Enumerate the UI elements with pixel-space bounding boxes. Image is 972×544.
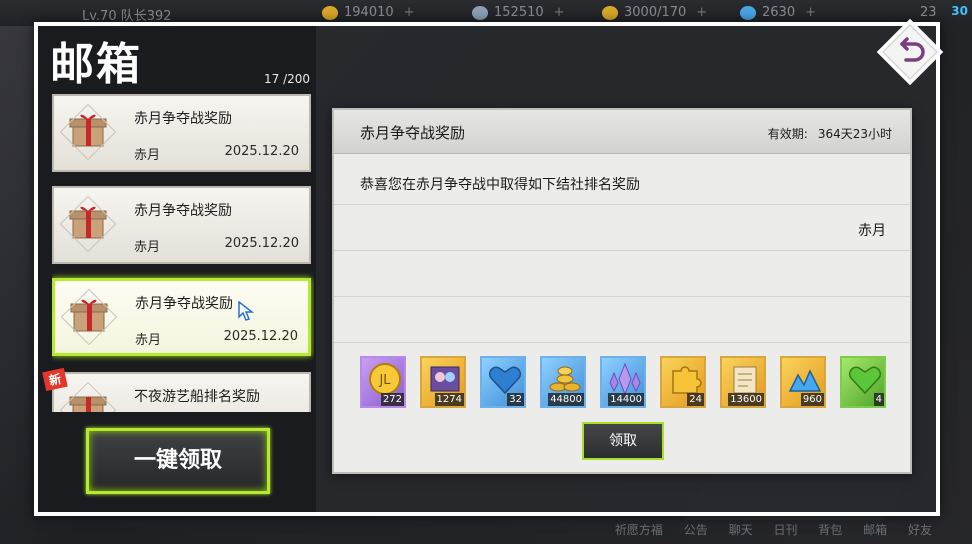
mail-sender: 赤月 <box>134 240 161 255</box>
claim-all-button[interactable]: 一键领取 <box>86 428 270 494</box>
green-heart-icon <box>848 366 882 395</box>
mail-subject: 赤月争夺战奖励 <box>134 203 232 219</box>
back-button[interactable] <box>872 14 948 90</box>
mail-item[interactable]: 赤月争夺战奖励 赤月 2025.12.20 <box>52 186 311 264</box>
purple-crystal-icon <box>609 362 641 396</box>
reward-item[interactable]: 44800 <box>540 356 586 408</box>
blue-heart-box-icon <box>488 366 522 395</box>
wing-icon <box>472 5 488 20</box>
mail-item[interactable]: 不夜游艺船排名奖励 <box>52 372 311 412</box>
mail-list[interactable]: 赤月争夺战奖励 赤月 2025.12.20 赤月争夺战奖励 赤月 2025.12… <box>52 94 314 412</box>
reward-item[interactable]: 13600 <box>720 356 766 408</box>
resource-gold: 194010 + <box>322 5 415 20</box>
resource-crystal: 2630 + <box>740 5 816 20</box>
reward-item[interactable]: 24 <box>660 356 706 408</box>
mail-item-selected[interactable]: 赤月争夺战奖励 赤月 2025.12.20 <box>52 278 311 356</box>
nav-item-notice[interactable]: 公告 <box>684 523 708 537</box>
back-arrow-icon <box>876 18 944 86</box>
validity-label: 有效期: <box>767 127 808 141</box>
mailbox-window: 邮箱 17 /200 赤月争夺战奖励 赤月 2025.12.20 赤月争夺战奖励 <box>34 22 940 516</box>
gold-coin-icon <box>322 5 338 20</box>
mail-sender: 赤月 <box>135 333 162 348</box>
nav-item-bag[interactable]: 背包 <box>818 523 842 537</box>
signal-badge: 30 <box>951 4 968 18</box>
reward-item[interactable]: 960 <box>780 356 826 408</box>
coin-pile-icon <box>549 366 581 392</box>
detail-header: 赤月争夺战奖励 有效期: 364天23小时 <box>334 110 910 154</box>
nav-item-mail[interactable]: 邮箱 <box>863 523 887 537</box>
nav-item-chat[interactable]: 聊天 <box>729 523 753 537</box>
add-wing-button[interactable]: + <box>554 5 565 20</box>
reward-item[interactable]: JL 272 <box>360 356 406 408</box>
reward-item[interactable]: 4 <box>840 356 886 408</box>
resource-wing: 152510 + <box>472 5 565 20</box>
gift-box-icon <box>59 287 119 347</box>
validity-value: 364天23小时 <box>817 127 892 141</box>
mail-date: 2025.12.20 <box>224 236 299 251</box>
resource-stamina: 3000/170 + <box>602 5 707 20</box>
mail-sender: 赤月 <box>134 148 161 163</box>
puzzle-piece-icon <box>672 366 702 394</box>
mail-list-panel: 邮箱 17 /200 赤月争夺战奖励 赤月 2025.12.20 赤月争夺战奖励 <box>38 26 316 512</box>
cursor-icon <box>238 301 254 321</box>
add-crystal-button[interactable]: + <box>805 5 816 20</box>
mail-signature: 赤月 <box>858 223 886 239</box>
scroll-icon <box>733 366 757 394</box>
page-title: 邮箱 <box>50 39 142 90</box>
nav-item-wish[interactable]: 祈愿方福 <box>615 523 663 537</box>
nav-item-friends[interactable]: 好友 <box>908 523 932 537</box>
detail-body: 恭喜您在赤月争夺战中取得如下结社排名奖励 赤月 JL 272 1274 32 4 <box>334 154 910 472</box>
photo-card-icon <box>430 366 460 392</box>
gift-box-icon <box>58 102 118 162</box>
reward-item[interactable]: 32 <box>480 356 526 408</box>
mail-date: 2025.12.20 <box>224 144 299 159</box>
reward-item[interactable]: 1274 <box>420 356 466 408</box>
validity: 有效期: 364天23小时 <box>768 125 892 142</box>
mail-message: 恭喜您在赤月争夺战中取得如下结社排名奖励 <box>360 177 640 193</box>
stamina-icon <box>602 5 618 20</box>
mail-item[interactable]: 赤月争夺战奖励 赤月 2025.12.20 <box>52 94 311 172</box>
mail-date: 2025.12.20 <box>223 329 298 344</box>
mail-subject: 赤月争夺战奖励 <box>134 111 232 127</box>
mail-detail-panel: 赤月争夺战奖励 有效期: 364天23小时 恭喜您在赤月争夺战中取得如下结社排名奖… <box>332 108 912 474</box>
add-stamina-button[interactable]: + <box>696 5 707 20</box>
add-gold-button[interactable]: + <box>404 5 415 20</box>
svg-text:JL: JL <box>378 373 391 388</box>
nav-item-daily[interactable]: 日刊 <box>773 523 797 537</box>
reward-item[interactable]: 14400 <box>600 356 646 408</box>
detail-title: 赤月争夺战奖励 <box>360 124 466 142</box>
claim-button[interactable]: 领取 <box>582 422 664 460</box>
crystal-icon <box>740 5 756 20</box>
gift-box-icon <box>58 194 118 254</box>
mail-subject: 赤月争夺战奖励 <box>135 296 233 312</box>
bottom-nav: 祈愿方福 公告 聊天 日刊 背包 邮箱 好友 <box>598 521 932 538</box>
gold-token-icon: JL <box>369 363 401 395</box>
mail-subject: 不夜游艺船排名奖励 <box>134 389 260 405</box>
mail-count: 17 /200 <box>264 72 311 86</box>
blue-crystal-pile-icon <box>788 369 822 392</box>
